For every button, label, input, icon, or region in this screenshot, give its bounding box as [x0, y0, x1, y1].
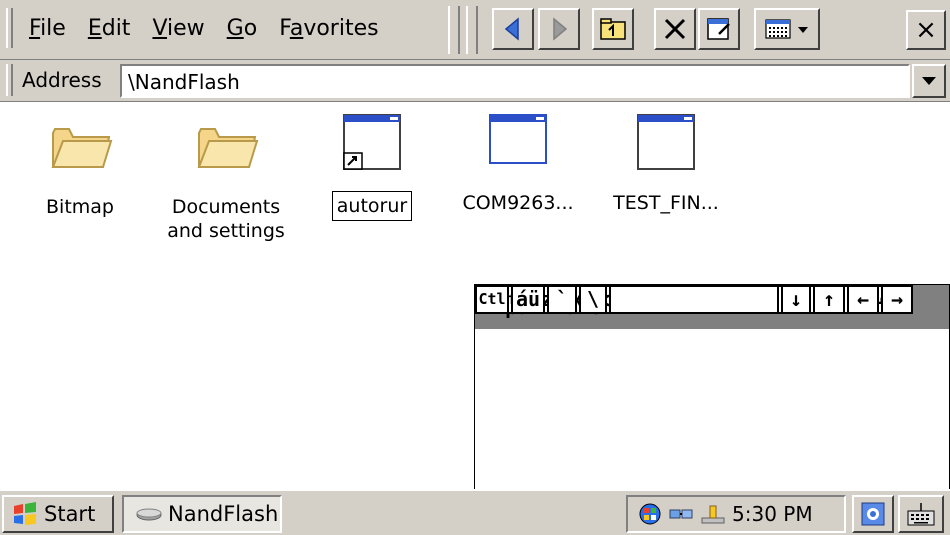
clock: 5:30 PM [732, 502, 813, 526]
menu-file[interactable]: File [18, 7, 77, 51]
file-item-com9263[interactable]: COM9263... [448, 111, 588, 215]
key[interactable]: áü [511, 285, 545, 314]
properties-button[interactable] [698, 8, 740, 50]
close-icon: × [915, 15, 937, 45]
key[interactable]: ↓ [781, 285, 811, 314]
file-item-test-fin[interactable]: TEST_FIN... [596, 111, 736, 215]
address-dropdown-button[interactable] [912, 64, 946, 98]
shortcut-window-icon [337, 111, 407, 181]
up-folder-button[interactable] [592, 8, 634, 50]
drive-icon [136, 508, 162, 521]
desktop-button[interactable] [852, 495, 894, 533]
power-plug-icon[interactable] [700, 502, 726, 526]
file-label: TEST_FIN... [613, 192, 719, 214]
window-icon [631, 111, 701, 181]
menu-view[interactable]: View [141, 7, 215, 51]
file-label: Documents and settings [167, 196, 285, 242]
desktop-icon [861, 502, 885, 526]
file-item-bitmap[interactable]: Bitmap [10, 115, 150, 219]
key-space[interactable] [609, 285, 779, 314]
address-input[interactable]: \NandFlash [120, 64, 910, 98]
file-item-documents[interactable]: Documents and settings [156, 115, 296, 243]
menu-edit[interactable]: Edit [77, 7, 142, 51]
folder-icon [191, 115, 261, 185]
menu-bar-grip[interactable] [6, 8, 13, 48]
key[interactable]: ← [847, 285, 879, 314]
up-folder-icon [600, 18, 626, 40]
close-button[interactable]: × [906, 10, 946, 50]
rename-field[interactable]: autorur [331, 191, 413, 221]
back-arrow-icon [504, 17, 519, 41]
key[interactable]: \ [579, 285, 607, 314]
menu-bar: File Edit View Go Favorites × [0, 0, 950, 60]
start-button[interactable]: Start [2, 495, 114, 533]
folder-icon [45, 115, 115, 185]
properties-icon [707, 18, 730, 40]
back-button[interactable] [492, 8, 534, 50]
taskbar: Start NandFlash 5:30 PM [0, 489, 950, 535]
chevron-down-icon [922, 77, 936, 85]
connection-icon[interactable] [668, 502, 694, 526]
delete-x-icon [664, 18, 686, 40]
forward-button[interactable] [538, 8, 580, 50]
file-label: COM9263... [462, 192, 574, 214]
list-view-icon [765, 19, 808, 39]
address-bar: Address \NandFlash [0, 60, 950, 102]
menu-go[interactable]: Go [216, 7, 269, 51]
system-tray: 5:30 PM [626, 495, 846, 533]
taskbar-item-label: NandFlash [168, 502, 279, 526]
window-icon [483, 111, 553, 181]
toolbar-grip[interactable] [466, 6, 478, 54]
input-panel: Input Panel Esc1234567890-=🡐Tabqwertyuio… [474, 284, 950, 490]
key[interactable]: ` [547, 285, 577, 314]
key[interactable]: ↑ [813, 285, 845, 314]
key[interactable]: Ctl [475, 285, 509, 314]
keyboard-icon [907, 503, 935, 526]
menu-favorites[interactable]: Favorites [268, 7, 389, 51]
address-bar-grip[interactable] [6, 64, 13, 96]
view-menu-button[interactable] [754, 8, 820, 50]
file-label: Bitmap [46, 196, 114, 218]
menu-list: File Edit View Go Favorites [18, 7, 390, 51]
delete-button[interactable] [654, 8, 696, 50]
toolbar-separator [448, 6, 460, 54]
key[interactable]: → [881, 285, 913, 314]
address-label: Address [22, 68, 102, 92]
network-globe-icon[interactable] [638, 502, 662, 526]
start-label: Start [44, 502, 96, 526]
windows-logo-icon [14, 502, 36, 525]
forward-arrow-icon [553, 17, 568, 41]
file-item-autorun[interactable]: autorur [302, 111, 442, 221]
input-panel-toggle[interactable] [898, 495, 944, 533]
taskbar-item-nandflash[interactable]: NandFlash [122, 495, 282, 533]
